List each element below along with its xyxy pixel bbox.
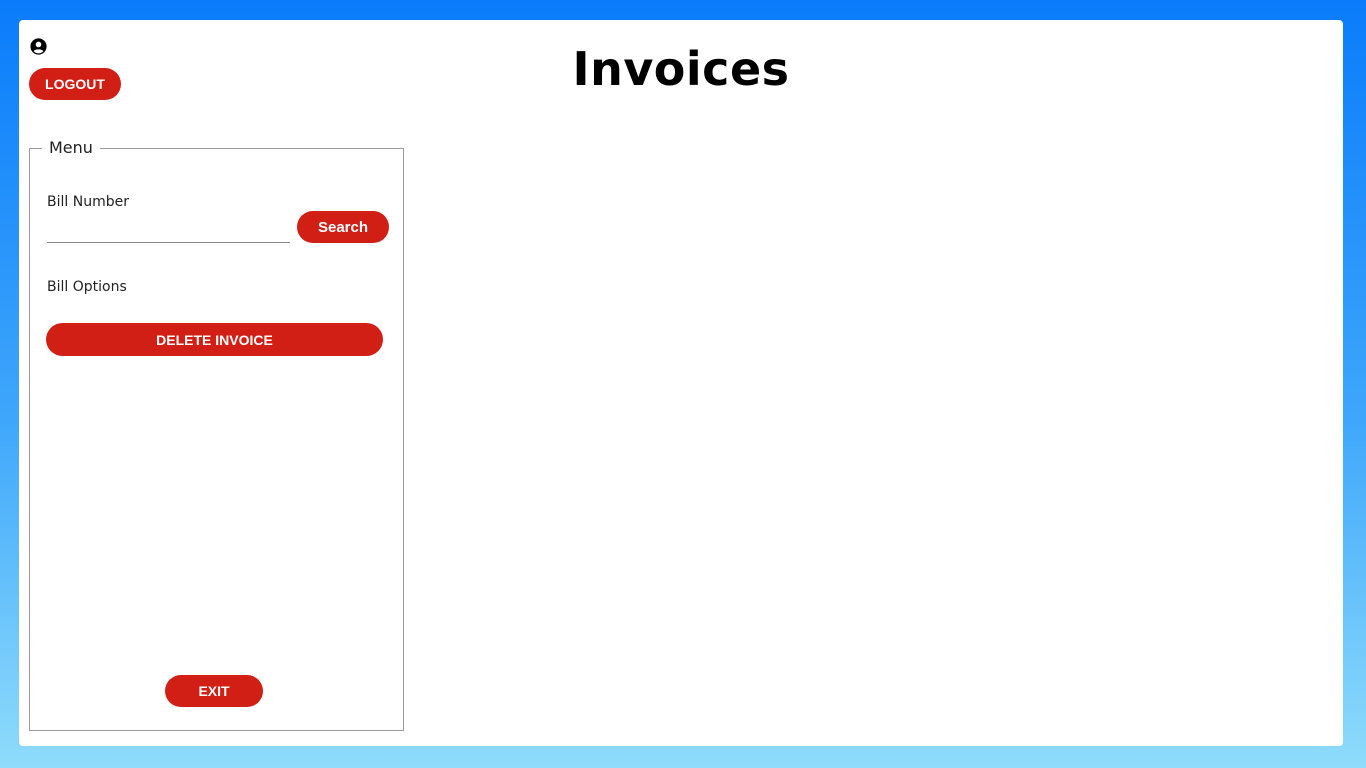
bill-number-input[interactable] xyxy=(47,219,290,243)
main-panel: LOGOUT Invoices Menu Bill Number Search … xyxy=(19,20,1343,746)
exit-button[interactable]: EXIT xyxy=(165,675,263,707)
page-title: Invoices xyxy=(572,42,790,96)
delete-invoice-button[interactable]: DELETE INVOICE xyxy=(46,323,383,356)
bill-number-label: Bill Number xyxy=(47,194,129,210)
search-button[interactable]: Search xyxy=(297,211,389,243)
menu-panel: Menu Bill Number Search Bill Options DEL… xyxy=(29,137,404,731)
bill-options-label: Bill Options xyxy=(47,279,127,295)
menu-legend: Menu xyxy=(42,137,100,159)
